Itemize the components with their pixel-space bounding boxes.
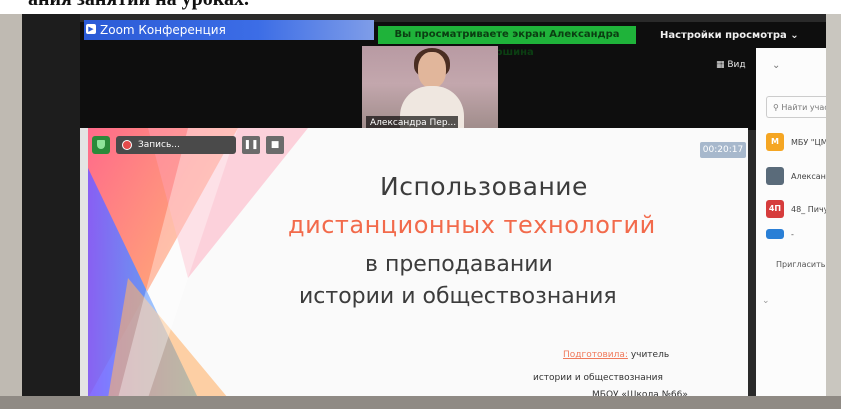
page-heading-fragment: ания занятий на уроках. [28, 0, 841, 10]
slide-left-edge [80, 128, 88, 398]
participant-search-input[interactable]: ⚲ Найти учас [766, 96, 826, 118]
chevron-down-icon[interactable]: ⌄ [772, 60, 780, 71]
participant-item[interactable]: 4П 48_ Пичуг [766, 199, 826, 219]
left-screen-edge [22, 14, 80, 409]
participant-name: МБУ "ЦМ [791, 137, 826, 147]
grid-icon: ▦ [716, 60, 728, 70]
right-bezel [826, 14, 841, 409]
view-label: Вид [727, 60, 746, 70]
security-shield-icon[interactable] [92, 136, 110, 154]
slide-title-line2: дистанционных технологий [288, 211, 656, 239]
bottom-bezel [0, 396, 841, 409]
author-role: учитель [630, 350, 670, 360]
view-settings-button[interactable]: Настройки просмотра ⌄ [660, 30, 799, 41]
recording-label: Запись... [138, 140, 180, 150]
slide-title-line4: истории и обществознания [299, 284, 617, 309]
participant-name: Александр [791, 171, 826, 181]
slide-author-line1: Подготовила: учитель [563, 350, 669, 360]
person-face [418, 52, 446, 88]
zoom-app-icon: ▶ [86, 24, 96, 34]
participant-name: - [791, 229, 794, 239]
stop-recording-button[interactable]: ■ [266, 136, 284, 154]
screen-share-banner: Вы просматриваете экран Александра Перши… [378, 26, 636, 58]
slide-title-line3: в преподавании [365, 252, 553, 277]
slide-author-line2: истории и обществознания [533, 373, 663, 383]
avatar: М [766, 133, 784, 151]
recording-indicator[interactable]: Запись... [116, 136, 236, 154]
invite-button[interactable]: Пригласить [776, 260, 825, 269]
left-bezel [0, 14, 22, 409]
participant-item[interactable]: М МБУ "ЦМ [766, 132, 826, 152]
participant-item[interactable]: Александр [766, 166, 826, 186]
slide-title-line1: Использование [380, 172, 588, 201]
record-dot-icon [122, 140, 132, 150]
view-button[interactable]: ▦ Вид [716, 60, 746, 70]
pause-recording-button[interactable]: ❚❚ [242, 136, 260, 154]
chevron-down-icon[interactable]: ⌄ [762, 296, 770, 306]
meeting-timer: 00:20:17 [700, 142, 746, 158]
avatar [766, 229, 784, 239]
author-label: Подготовила: [563, 350, 628, 360]
participant-item[interactable]: - [766, 228, 826, 240]
search-placeholder: Найти учас [781, 103, 826, 112]
participant-name: 48_ Пичуг [791, 204, 826, 214]
avatar: 4П [766, 200, 784, 218]
avatar [766, 167, 784, 185]
recording-bar: Запись... ❚❚ ■ [92, 134, 322, 156]
zoom-app-title: Zoom Конференция [84, 20, 374, 40]
